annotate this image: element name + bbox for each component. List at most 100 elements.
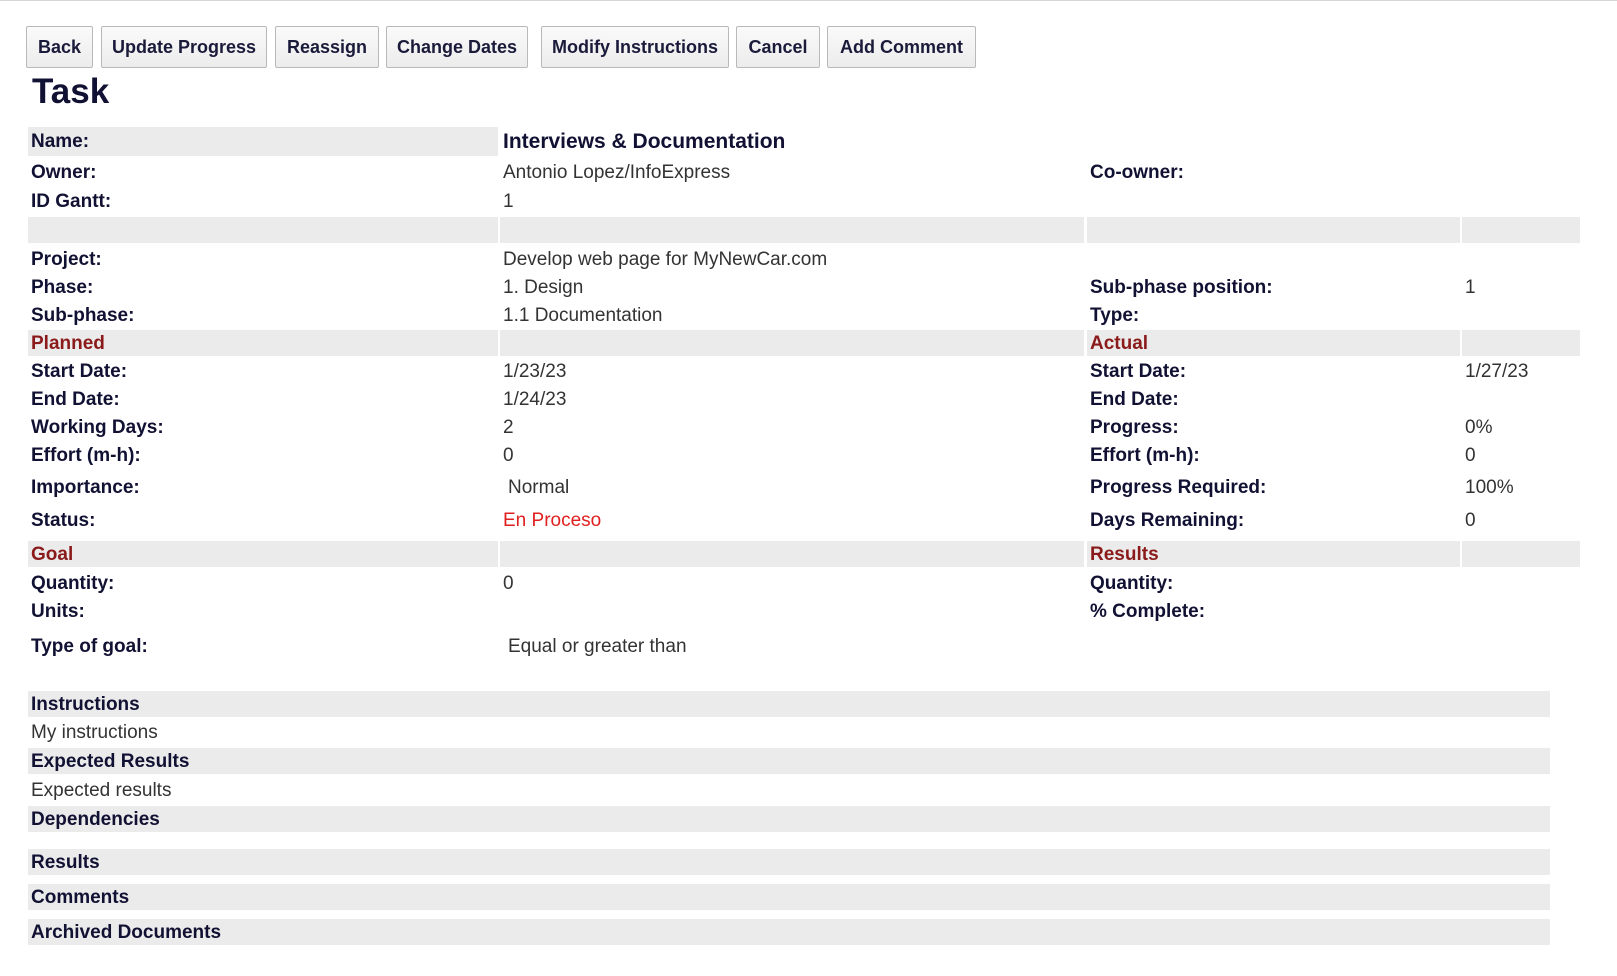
type-label: Type: bbox=[1090, 304, 1140, 326]
importance-value: Normal bbox=[508, 476, 570, 498]
importance-row: Importance: Normal Progress Required: 10… bbox=[28, 470, 1550, 504]
goal-header: Goal bbox=[28, 541, 498, 567]
instructions-text: My instructions bbox=[31, 721, 158, 743]
status-label: Status: bbox=[31, 509, 96, 531]
type-value bbox=[1462, 301, 1580, 329]
importance-label: Importance: bbox=[31, 476, 140, 498]
planned-start-value: 1/23/23 bbox=[503, 360, 567, 382]
units-row: Units: % Complete: bbox=[28, 597, 1550, 625]
days-remaining-value: 0 bbox=[1465, 509, 1476, 531]
actual-start-value: 1/27/23 bbox=[1465, 360, 1529, 382]
phase-label: Phase: bbox=[31, 276, 94, 298]
dependencies-header: Dependencies bbox=[28, 806, 1550, 832]
archived-header-row: Archived Documents bbox=[28, 919, 1550, 945]
owner-label: Owner: bbox=[31, 162, 97, 183]
planned-effort-value: 0 bbox=[503, 444, 514, 466]
effort-row: Effort (m-h): 0 Effort (m-h): 0 bbox=[28, 441, 1550, 469]
phase-value: 1. Design bbox=[503, 276, 584, 298]
results-quantity-label: Quantity: bbox=[1090, 572, 1174, 594]
coowner-value bbox=[1462, 158, 1580, 187]
percent-complete-label: % Complete: bbox=[1090, 600, 1206, 622]
start-date-row: Start Date: 1/23/23 Start Date: 1/27/23 bbox=[28, 357, 1550, 385]
units-label: Units: bbox=[31, 600, 85, 622]
top-rule bbox=[0, 0, 1617, 1]
results-block-header: Results bbox=[28, 849, 1550, 875]
subphase-position-value: 1 bbox=[1465, 276, 1476, 298]
comments-header: Comments bbox=[28, 884, 1550, 910]
quantity-row: Quantity: 0 Quantity: bbox=[28, 569, 1550, 597]
actual-start-label: Start Date: bbox=[1090, 360, 1187, 382]
header-cell bbox=[500, 330, 1084, 356]
back-button[interactable]: Back bbox=[26, 26, 93, 68]
goal-type-value: Equal or greater than bbox=[508, 635, 687, 657]
goal-type-row: Type of goal: Equal or greater than bbox=[28, 629, 1550, 663]
status-value: En Proceso bbox=[503, 509, 602, 531]
subphase-position-label: Sub-phase position: bbox=[1090, 276, 1273, 298]
spacer-cell bbox=[1462, 217, 1580, 243]
subphase-label: Sub-phase: bbox=[31, 304, 135, 326]
planned-actual-header-row: Planned Actual bbox=[28, 330, 1580, 356]
planned-header: Planned bbox=[28, 330, 498, 356]
goal-type-label: Type of goal: bbox=[31, 635, 148, 657]
instructions-header: Instructions bbox=[28, 691, 1550, 717]
instructions-header-row: Instructions bbox=[28, 691, 1550, 717]
subphase-value: 1.1 Documentation bbox=[503, 304, 663, 326]
actual-end-label: End Date: bbox=[1090, 388, 1179, 410]
project-label: Project: bbox=[31, 248, 102, 270]
results-quantity-value bbox=[1462, 569, 1580, 597]
working-days-label: Working Days: bbox=[31, 416, 164, 438]
planned-start-label: Start Date: bbox=[31, 360, 128, 382]
header-cell bbox=[1462, 330, 1580, 356]
idgantt-row: ID Gantt: 1 bbox=[28, 187, 1550, 215]
actual-effort-value: 0 bbox=[1465, 444, 1476, 466]
project-row: Project: Develop web page for MyNewCar.c… bbox=[28, 245, 1550, 273]
subphase-row: Sub-phase: 1.1 Documentation Type: bbox=[28, 301, 1550, 329]
header-cell bbox=[1462, 541, 1580, 567]
expected-results-text: Expected results bbox=[31, 779, 172, 801]
phase-row: Phase: 1. Design Sub-phase position: 1 bbox=[28, 273, 1550, 301]
working-days-value: 2 bbox=[503, 416, 514, 438]
owner-value: Antonio Lopez/InfoExpress bbox=[503, 162, 731, 183]
planned-end-label: End Date: bbox=[31, 388, 120, 410]
spacer-row bbox=[28, 217, 1580, 243]
progress-required-label: Progress Required: bbox=[1090, 476, 1267, 498]
page-title: Task bbox=[32, 72, 110, 111]
reassign-button[interactable]: Reassign bbox=[275, 26, 379, 68]
cancel-button[interactable]: Cancel bbox=[736, 26, 820, 68]
spacer-cell bbox=[500, 217, 1084, 243]
days-remaining-label: Days Remaining: bbox=[1090, 509, 1245, 531]
header-cell bbox=[500, 541, 1084, 567]
status-row: Status: En Proceso Days Remaining: 0 bbox=[28, 505, 1550, 535]
expected-header-row: Expected Results bbox=[28, 748, 1550, 774]
results-block-header-row: Results bbox=[28, 849, 1550, 875]
idgantt-label: ID Gantt: bbox=[31, 190, 112, 212]
instructions-body-row: My instructions bbox=[28, 718, 1550, 746]
change-dates-button[interactable]: Change Dates bbox=[386, 26, 528, 68]
name-row: Name: Interviews & Documentation bbox=[28, 127, 1550, 156]
comments-header-row: Comments bbox=[28, 884, 1550, 910]
project-value: Develop web page for MyNewCar.com bbox=[503, 248, 828, 270]
units-value bbox=[500, 597, 1084, 625]
end-date-row: End Date: 1/24/23 End Date: bbox=[28, 385, 1550, 413]
progress-required-value: 100% bbox=[1465, 476, 1514, 498]
idgantt-value: 1 bbox=[503, 190, 514, 212]
modify-instructions-button[interactable]: Modify Instructions bbox=[541, 26, 729, 68]
dependencies-header-row: Dependencies bbox=[28, 806, 1550, 832]
spacer-cell bbox=[28, 217, 498, 243]
actual-effort-label: Effort (m-h): bbox=[1090, 444, 1200, 466]
actual-header: Actual bbox=[1087, 330, 1460, 356]
owner-row: Owner: Antonio Lopez/InfoExpress Co-owne… bbox=[28, 158, 1550, 187]
spacer-cell bbox=[1087, 217, 1460, 243]
update-progress-button[interactable]: Update Progress bbox=[101, 26, 267, 68]
task-name: Interviews & Documentation bbox=[503, 130, 786, 153]
expected-body-row: Expected results bbox=[28, 776, 1550, 804]
actual-end-value bbox=[1462, 385, 1580, 413]
progress-label: Progress: bbox=[1090, 416, 1179, 438]
planned-end-value: 1/24/23 bbox=[503, 388, 567, 410]
coowner-label: Co-owner: bbox=[1090, 162, 1184, 183]
archived-documents-header: Archived Documents bbox=[28, 919, 1550, 945]
add-comment-button[interactable]: Add Comment bbox=[827, 26, 976, 68]
goal-quantity-value: 0 bbox=[503, 572, 514, 594]
goal-results-header-row: Goal Results bbox=[28, 541, 1580, 567]
name-label: Name: bbox=[28, 127, 498, 156]
